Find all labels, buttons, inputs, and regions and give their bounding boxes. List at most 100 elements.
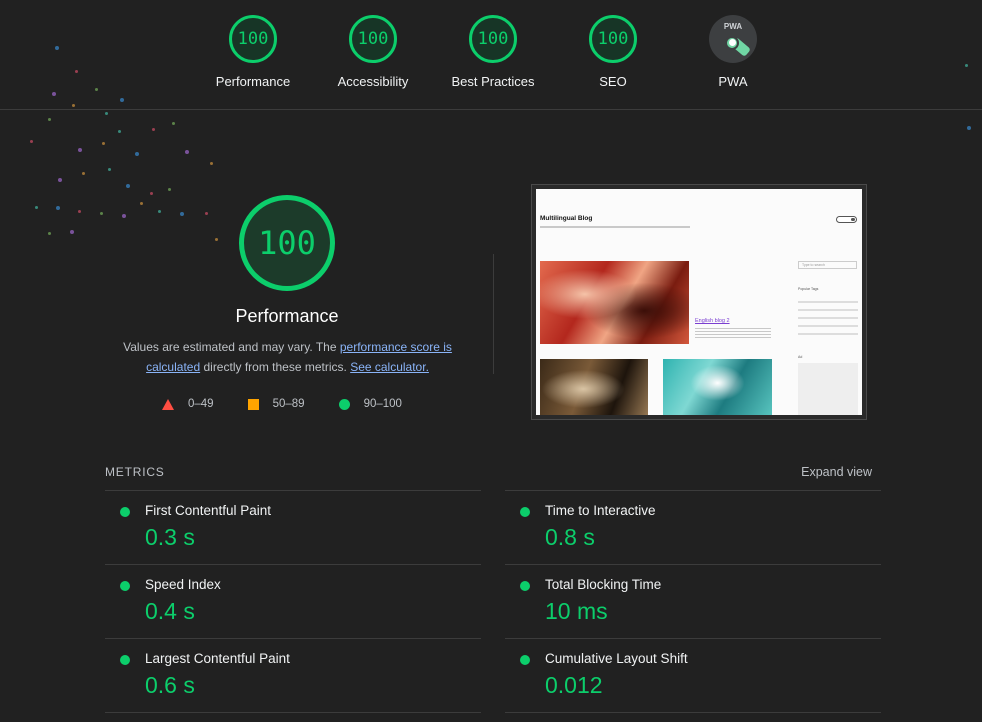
gauge-performance[interactable]: 100 Performance	[193, 15, 313, 89]
confetti-dot	[105, 112, 108, 115]
metrics-divider	[505, 712, 881, 713]
metric-name: Largest Contentful Paint	[145, 651, 290, 666]
metric-name: Speed Index	[145, 577, 221, 592]
metric-largest-contentful-paint: Largest Contentful Paint 0.6 s	[105, 639, 481, 713]
screenshot-page: Multilingual Blog English blog 2 Type to…	[536, 189, 862, 415]
metric-name: Time to Interactive	[545, 503, 656, 518]
pwa-badge-plus	[729, 39, 736, 46]
gauge-best-practices-label: Best Practices	[451, 74, 535, 89]
screenshot-ad-box	[798, 363, 858, 415]
confetti-dot	[180, 212, 184, 216]
metric-value: 0.8 s	[545, 524, 595, 550]
legend-fail-range: 0–49	[188, 398, 214, 410]
gauge-performance-score: 100	[229, 15, 277, 63]
screenshot-theme-toggle	[836, 216, 857, 223]
confetti-dot	[35, 206, 38, 209]
screenshot-post-image-red	[540, 261, 689, 344]
performance-title: Performance	[235, 306, 339, 326]
legend-average-range: 50–89	[272, 398, 305, 410]
fail-triangle-icon	[162, 398, 174, 410]
metric-time-to-interactive: Time to Interactive 0.8 s	[505, 491, 881, 565]
confetti-dot	[78, 148, 82, 152]
category-gauges-bar: 100 Performance 100 Accessibility 100 Be…	[0, 0, 982, 110]
metric-speed-index: Speed Index 0.4 s	[105, 565, 481, 639]
gauge-pwa-label: PWA	[718, 74, 748, 89]
screenshot-post-image-teal	[663, 359, 772, 415]
confetti-dot	[102, 142, 105, 145]
metric-value: 0.3 s	[145, 524, 195, 550]
confetti-dot	[82, 172, 85, 175]
gauge-seo[interactable]: 100 SEO	[553, 15, 673, 89]
gauge-pwa[interactable]: PWA PWA	[673, 15, 793, 89]
confetti-dot	[210, 162, 213, 165]
confetti-dot	[215, 238, 218, 241]
final-screenshot[interactable]: Multilingual Blog English blog 2 Type to…	[531, 184, 867, 420]
confetti-dot	[30, 140, 33, 143]
confetti-dot	[150, 192, 153, 195]
pass-circle-icon	[520, 507, 530, 517]
metric-name: Cumulative Layout Shift	[545, 651, 688, 666]
screenshot-post-excerpt	[695, 326, 771, 340]
pass-circle-icon	[520, 655, 530, 665]
confetti-dot	[135, 152, 139, 156]
confetti-dot	[78, 210, 81, 213]
confetti-dot	[70, 230, 74, 234]
pass-circle-icon	[338, 398, 350, 410]
confetti-dot	[140, 202, 143, 205]
confetti-dot	[205, 212, 208, 215]
confetti-dot	[56, 206, 60, 210]
pwa-badge-icon: PWA	[709, 15, 757, 63]
metric-first-contentful-paint: First Contentful Paint 0.3 s	[105, 491, 481, 565]
pass-circle-icon	[520, 581, 530, 591]
desc-middle: directly from these metrics.	[200, 360, 351, 374]
confetti-dot	[185, 150, 189, 154]
gauge-performance-label: Performance	[215, 74, 291, 89]
confetti-dot	[152, 128, 155, 131]
metric-value: 0.4 s	[145, 598, 195, 624]
screenshot-search-box: Type to search	[798, 261, 857, 269]
confetti-dot	[58, 178, 62, 182]
metric-name: First Contentful Paint	[145, 503, 272, 518]
metric-value: 0.6 s	[145, 672, 195, 698]
metric-value: 10 ms	[545, 598, 608, 624]
metrics-heading: METRICS	[105, 465, 165, 479]
pass-circle-icon	[120, 507, 130, 517]
gauge-best-practices-score: 100	[469, 15, 517, 63]
average-square-icon	[247, 398, 259, 410]
confetti-dot	[122, 214, 126, 218]
expand-view-toggle[interactable]: Expand view	[801, 465, 872, 479]
screenshot-tags-heading: Popular Tags	[798, 287, 819, 291]
confetti-dot	[172, 122, 175, 125]
metrics-divider	[105, 712, 481, 713]
gauge-accessibility-score: 100	[349, 15, 397, 63]
confetti-dot	[48, 232, 51, 235]
confetti-dot	[126, 184, 130, 188]
confetti-dot	[158, 210, 161, 213]
legend-pass: 90–100	[338, 398, 402, 410]
metric-value: 0.012	[545, 672, 603, 698]
legend-fail: 0–49	[162, 398, 214, 410]
gauge-accessibility-label: Accessibility	[337, 74, 409, 89]
screenshot-ad-label: Ad	[798, 355, 803, 359]
confetti-dot	[168, 188, 171, 191]
vertical-divider	[493, 254, 494, 374]
gauge-accessibility[interactable]: 100 Accessibility	[313, 15, 433, 89]
confetti-dot	[118, 130, 121, 133]
screenshot-blog-subtitle	[540, 226, 690, 228]
legend-average: 50–89	[247, 398, 305, 410]
pass-circle-icon	[120, 655, 130, 665]
metric-cumulative-layout-shift: Cumulative Layout Shift 0.012	[505, 639, 881, 713]
confetti-dot	[967, 126, 971, 130]
metric-total-blocking-time: Total Blocking Time 10 ms	[505, 565, 881, 639]
screenshot-blog-title: Multilingual Blog	[540, 215, 593, 222]
pwa-badge-text: PWA	[723, 22, 743, 31]
gauge-best-practices[interactable]: 100 Best Practices	[433, 15, 553, 89]
score-legend: 0–49 50–89 90–100	[162, 398, 436, 410]
desc-prefix: Values are estimated and may vary. The	[123, 340, 340, 354]
legend-pass-range: 90–100	[363, 398, 402, 410]
screenshot-post-link: English blog 2	[695, 318, 730, 324]
see-calculator-link[interactable]: See calculator.	[350, 360, 429, 374]
confetti-dot	[100, 212, 103, 215]
performance-description: Values are estimated and may vary. The p…	[110, 337, 465, 377]
metric-name: Total Blocking Time	[545, 577, 662, 592]
